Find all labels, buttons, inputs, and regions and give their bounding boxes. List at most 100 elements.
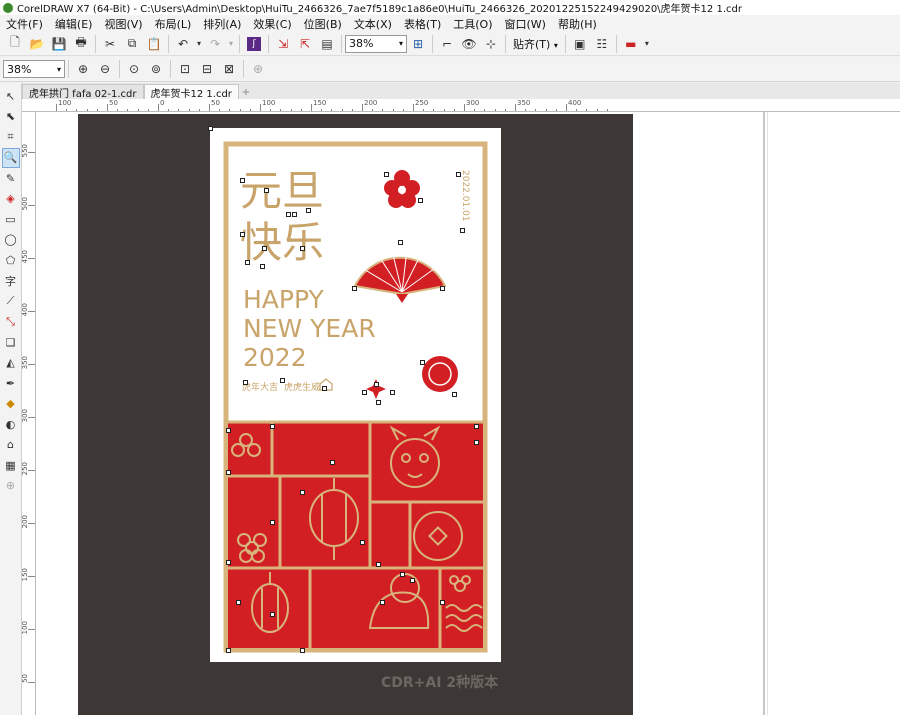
menu-effects[interactable]: 效果(C) xyxy=(247,16,297,32)
save-icon[interactable]: 💾 xyxy=(48,34,70,54)
selection-handle[interactable] xyxy=(300,490,305,495)
zoom-in-icon[interactable]: ⊕ xyxy=(72,59,94,79)
zoom-out-icon[interactable]: ⊖ xyxy=(94,59,116,79)
selection-handle[interactable] xyxy=(300,246,305,251)
horizontal-ruler[interactable]: 100 50 0 50 100 150 200 250 300 350 400 xyxy=(22,99,900,112)
show-rulers-icon[interactable]: ⌐ xyxy=(436,34,458,54)
selection-handle[interactable] xyxy=(440,600,445,605)
welcome-screen-icon[interactable]: ▣ xyxy=(569,34,591,54)
zoom-to-page-icon[interactable]: ⊡ xyxy=(174,59,196,79)
search-content-icon[interactable]: ʃ xyxy=(243,34,265,54)
zoom-to-all-objects-icon[interactable]: ⊚ xyxy=(145,59,167,79)
vertical-date-text[interactable]: 2022.01.01 xyxy=(460,170,470,222)
selection-handle[interactable] xyxy=(374,382,379,387)
selection-handle[interactable] xyxy=(226,560,231,565)
selection-handle[interactable] xyxy=(245,260,250,265)
freehand-tool-icon[interactable]: ✎ xyxy=(2,168,20,188)
selection-handle[interactable] xyxy=(440,286,445,291)
selection-handle[interactable] xyxy=(240,232,245,237)
shape-tool-icon[interactable]: ⬉ xyxy=(2,107,20,127)
smart-fill-icon[interactable]: ◐ xyxy=(2,414,20,434)
menu-bitmaps[interactable]: 位图(B) xyxy=(298,16,348,32)
text-tool-icon[interactable]: 字 xyxy=(2,271,20,291)
pick-tool-icon[interactable]: ↖ xyxy=(2,86,20,106)
full-screen-preview-icon[interactable]: ⊞ xyxy=(407,34,429,54)
rectangle-tool-icon[interactable]: ▭ xyxy=(2,209,20,229)
snap-to-dropdown[interactable]: 贴齐(T) ▾ xyxy=(509,36,562,52)
selection-handle[interactable] xyxy=(226,648,231,653)
publish-pdf-icon[interactable]: ▤ xyxy=(316,34,338,54)
launcher-dropdown-icon[interactable]: ▾ xyxy=(642,34,652,54)
selection-handle[interactable] xyxy=(398,240,403,245)
selection-handle[interactable] xyxy=(452,392,457,397)
greeting-card[interactable]: 元旦 快乐 HAPPY NEW YEAR 2022 2022.01.01 虎年大… xyxy=(210,128,501,662)
menu-arrange[interactable]: 排列(A) xyxy=(197,16,247,32)
selection-handle[interactable] xyxy=(460,228,465,233)
parallel-dimension-tool-icon[interactable]: ⟋ xyxy=(2,291,20,311)
selection-handle[interactable] xyxy=(226,428,231,433)
selection-handle[interactable] xyxy=(280,378,285,383)
application-launcher-icon[interactable]: ▬ xyxy=(620,34,642,54)
menu-layout[interactable]: 布局(L) xyxy=(149,16,198,32)
selection-handle[interactable] xyxy=(270,424,275,429)
selection-handle[interactable] xyxy=(260,264,265,269)
transparency-tool-icon[interactable]: ◭ xyxy=(2,353,20,373)
selection-handle[interactable] xyxy=(474,424,479,429)
menu-edit[interactable]: 编辑(E) xyxy=(49,16,99,32)
redo-dropdown-icon[interactable]: ▾ xyxy=(226,34,236,54)
color-eyedropper-tool-icon[interactable]: ✒ xyxy=(2,373,20,393)
add-tool-icon[interactable]: ⊕ xyxy=(2,476,20,496)
outline-pen-tool-icon[interactable]: ⌂ xyxy=(2,435,20,455)
selection-handle[interactable] xyxy=(300,648,305,653)
selection-handle[interactable] xyxy=(410,578,415,583)
english-line-new-year[interactable]: NEW YEAR xyxy=(243,315,376,343)
selection-handle[interactable] xyxy=(243,380,248,385)
selection-handle[interactable] xyxy=(264,188,269,193)
connector-tool-icon[interactable]: ⤡ xyxy=(2,312,20,332)
menu-text[interactable]: 文本(X) xyxy=(348,16,398,32)
selection-handle[interactable] xyxy=(384,172,389,177)
open-folder-icon[interactable]: 📂 xyxy=(26,34,48,54)
new-document-icon[interactable]: 🗋 xyxy=(4,34,26,54)
mesh-fill-tool-icon[interactable]: ▦ xyxy=(2,455,20,475)
cut-icon[interactable]: ✂ xyxy=(99,34,121,54)
selection-handle[interactable] xyxy=(360,540,365,545)
menu-help[interactable]: 帮助(H) xyxy=(552,16,603,32)
selection-handle[interactable] xyxy=(362,390,367,395)
zoom-tool-icon[interactable]: 🔍 xyxy=(1,147,20,168)
vertical-ruler[interactable]: 550 500 450 400 350 300 250 200 150 100 50 xyxy=(22,112,36,715)
selection-handle[interactable] xyxy=(236,600,241,605)
import-icon[interactable]: ⇲ xyxy=(272,34,294,54)
selection-handle[interactable] xyxy=(456,172,461,177)
menu-table[interactable]: 表格(T) xyxy=(398,16,447,32)
selection-handle[interactable] xyxy=(226,470,231,475)
menu-window[interactable]: 窗口(W) xyxy=(499,16,552,32)
selection-handle[interactable] xyxy=(270,612,275,617)
selection-handle[interactable] xyxy=(474,440,479,445)
small-cn-right[interactable]: 虎虎生威 xyxy=(284,380,320,393)
menu-view[interactable]: 视图(V) xyxy=(98,16,148,32)
add-property-icon[interactable]: ⊕ xyxy=(247,59,269,79)
options-icon[interactable]: ☷ xyxy=(591,34,613,54)
undo-dropdown-icon[interactable]: ▾ xyxy=(194,34,204,54)
tab-document-1[interactable]: 虎年拱门 fafa 02-1.cdr xyxy=(22,84,144,100)
selection-handle[interactable] xyxy=(270,520,275,525)
property-zoom-select[interactable]: 38% ▾ xyxy=(3,60,65,78)
selection-handle[interactable] xyxy=(292,212,297,217)
zoom-to-page-width-icon[interactable]: ⊟ xyxy=(196,59,218,79)
menu-tools[interactable]: 工具(O) xyxy=(447,16,498,32)
selection-handle[interactable] xyxy=(322,386,327,391)
menu-file[interactable]: 文件(F) xyxy=(0,16,49,32)
redo-icon[interactable]: ↷ xyxy=(204,34,226,54)
selection-handle[interactable] xyxy=(208,126,213,131)
print-icon[interactable]: 🖶 xyxy=(70,34,92,54)
selection-handle[interactable] xyxy=(240,178,245,183)
selection-handle[interactable] xyxy=(380,600,385,605)
new-tab-icon[interactable]: + xyxy=(239,85,253,99)
selection-handle[interactable] xyxy=(420,360,425,365)
tab-document-2[interactable]: 虎年贺卡12 1.cdr xyxy=(143,84,239,100)
selection-handle[interactable] xyxy=(418,198,423,203)
ellipse-tool-icon[interactable]: ◯ xyxy=(2,230,20,250)
export-icon[interactable]: ⇱ xyxy=(294,34,316,54)
selection-handle[interactable] xyxy=(352,286,357,291)
